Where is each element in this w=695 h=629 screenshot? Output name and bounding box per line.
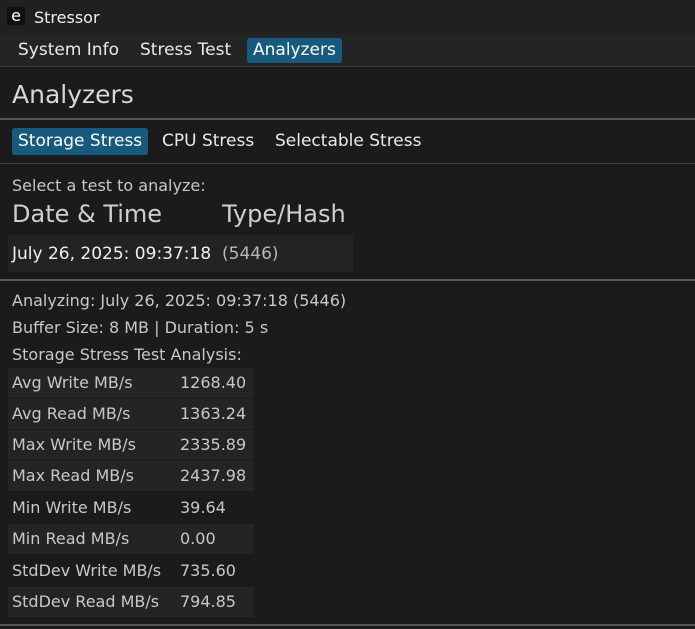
metric-label: Max Read MB/s (12, 466, 134, 485)
analysis-title: Storage Stress Test Analysis: (12, 345, 242, 364)
metric-label: Min Read MB/s (12, 529, 130, 548)
metric-value: 735.60 (180, 561, 236, 580)
tabbar-divider (0, 66, 695, 67)
tab-cpu-stress[interactable]: CPU Stress (156, 128, 260, 155)
metric-row-stddev-write: StdDev Write MB/s 735.60 (8, 556, 254, 586)
column-header-date-time: Date & Time (12, 200, 163, 228)
test-hash: (5446) (222, 244, 279, 264)
metric-label: StdDev Read MB/s (12, 592, 160, 611)
tab-storage-stress[interactable]: Storage Stress (12, 128, 149, 155)
app-title: Stressor (34, 8, 100, 27)
bottom-divider (0, 624, 695, 626)
tab-stress-test[interactable]: Stress Test (134, 38, 237, 63)
metric-label: Min Write MB/s (12, 498, 132, 517)
title-bar: e Stressor (0, 0, 695, 34)
metric-row-min-read: Min Read MB/s 0.00 (8, 524, 254, 554)
metric-value: 0.00 (180, 529, 216, 548)
analyzing-label: Analyzing: July 26, 2025: 09:37:18 (5446… (12, 291, 347, 310)
metric-value: 2437.98 (180, 466, 247, 485)
metric-value: 1268.40 (180, 373, 247, 392)
metric-row-max-read: Max Read MB/s 2437.98 (8, 461, 254, 491)
tab-analyzers[interactable]: Analyzers (247, 38, 342, 63)
metric-row-avg-read: Avg Read MB/s 1363.24 (8, 399, 254, 429)
select-test-prompt: Select a test to analyze: (12, 176, 206, 195)
metric-row-max-write: Max Write MB/s 2335.89 (8, 430, 254, 460)
page-title: Analyzers (12, 80, 134, 109)
metric-row-avg-write: Avg Write MB/s 1268.40 (8, 368, 254, 398)
metric-row-min-write: Min Write MB/s 39.64 (8, 493, 254, 523)
subtab-divider (0, 163, 695, 164)
metric-label: Avg Read MB/s (12, 404, 131, 423)
heading-divider (0, 118, 695, 120)
app-logo-icon: e (7, 7, 25, 25)
column-header-type-hash: Type/Hash (222, 200, 346, 228)
list-divider (0, 279, 695, 281)
metric-value: 1363.24 (180, 404, 247, 423)
tab-selectable-stress[interactable]: Selectable Stress (269, 128, 427, 155)
test-parameters: Buffer Size: 8 MB | Duration: 5 s (12, 318, 269, 337)
metric-label: Max Write MB/s (12, 435, 136, 454)
main-tab-bar: System Info Stress Test Analyzers (0, 34, 695, 66)
test-list-row[interactable]: July 26, 2025: 09:37:18 (5446) (8, 235, 353, 272)
metric-value: 39.64 (180, 498, 226, 517)
metric-value: 794.85 (180, 592, 236, 611)
metric-row-stddev-read: StdDev Read MB/s 794.85 (8, 587, 254, 617)
test-date-time: July 26, 2025: 09:37:18 (12, 244, 212, 264)
metric-value: 2335.89 (180, 435, 247, 454)
tab-system-info[interactable]: System Info (12, 38, 125, 63)
metric-label: Avg Write MB/s (12, 373, 133, 392)
metric-label: StdDev Write MB/s (12, 561, 162, 580)
